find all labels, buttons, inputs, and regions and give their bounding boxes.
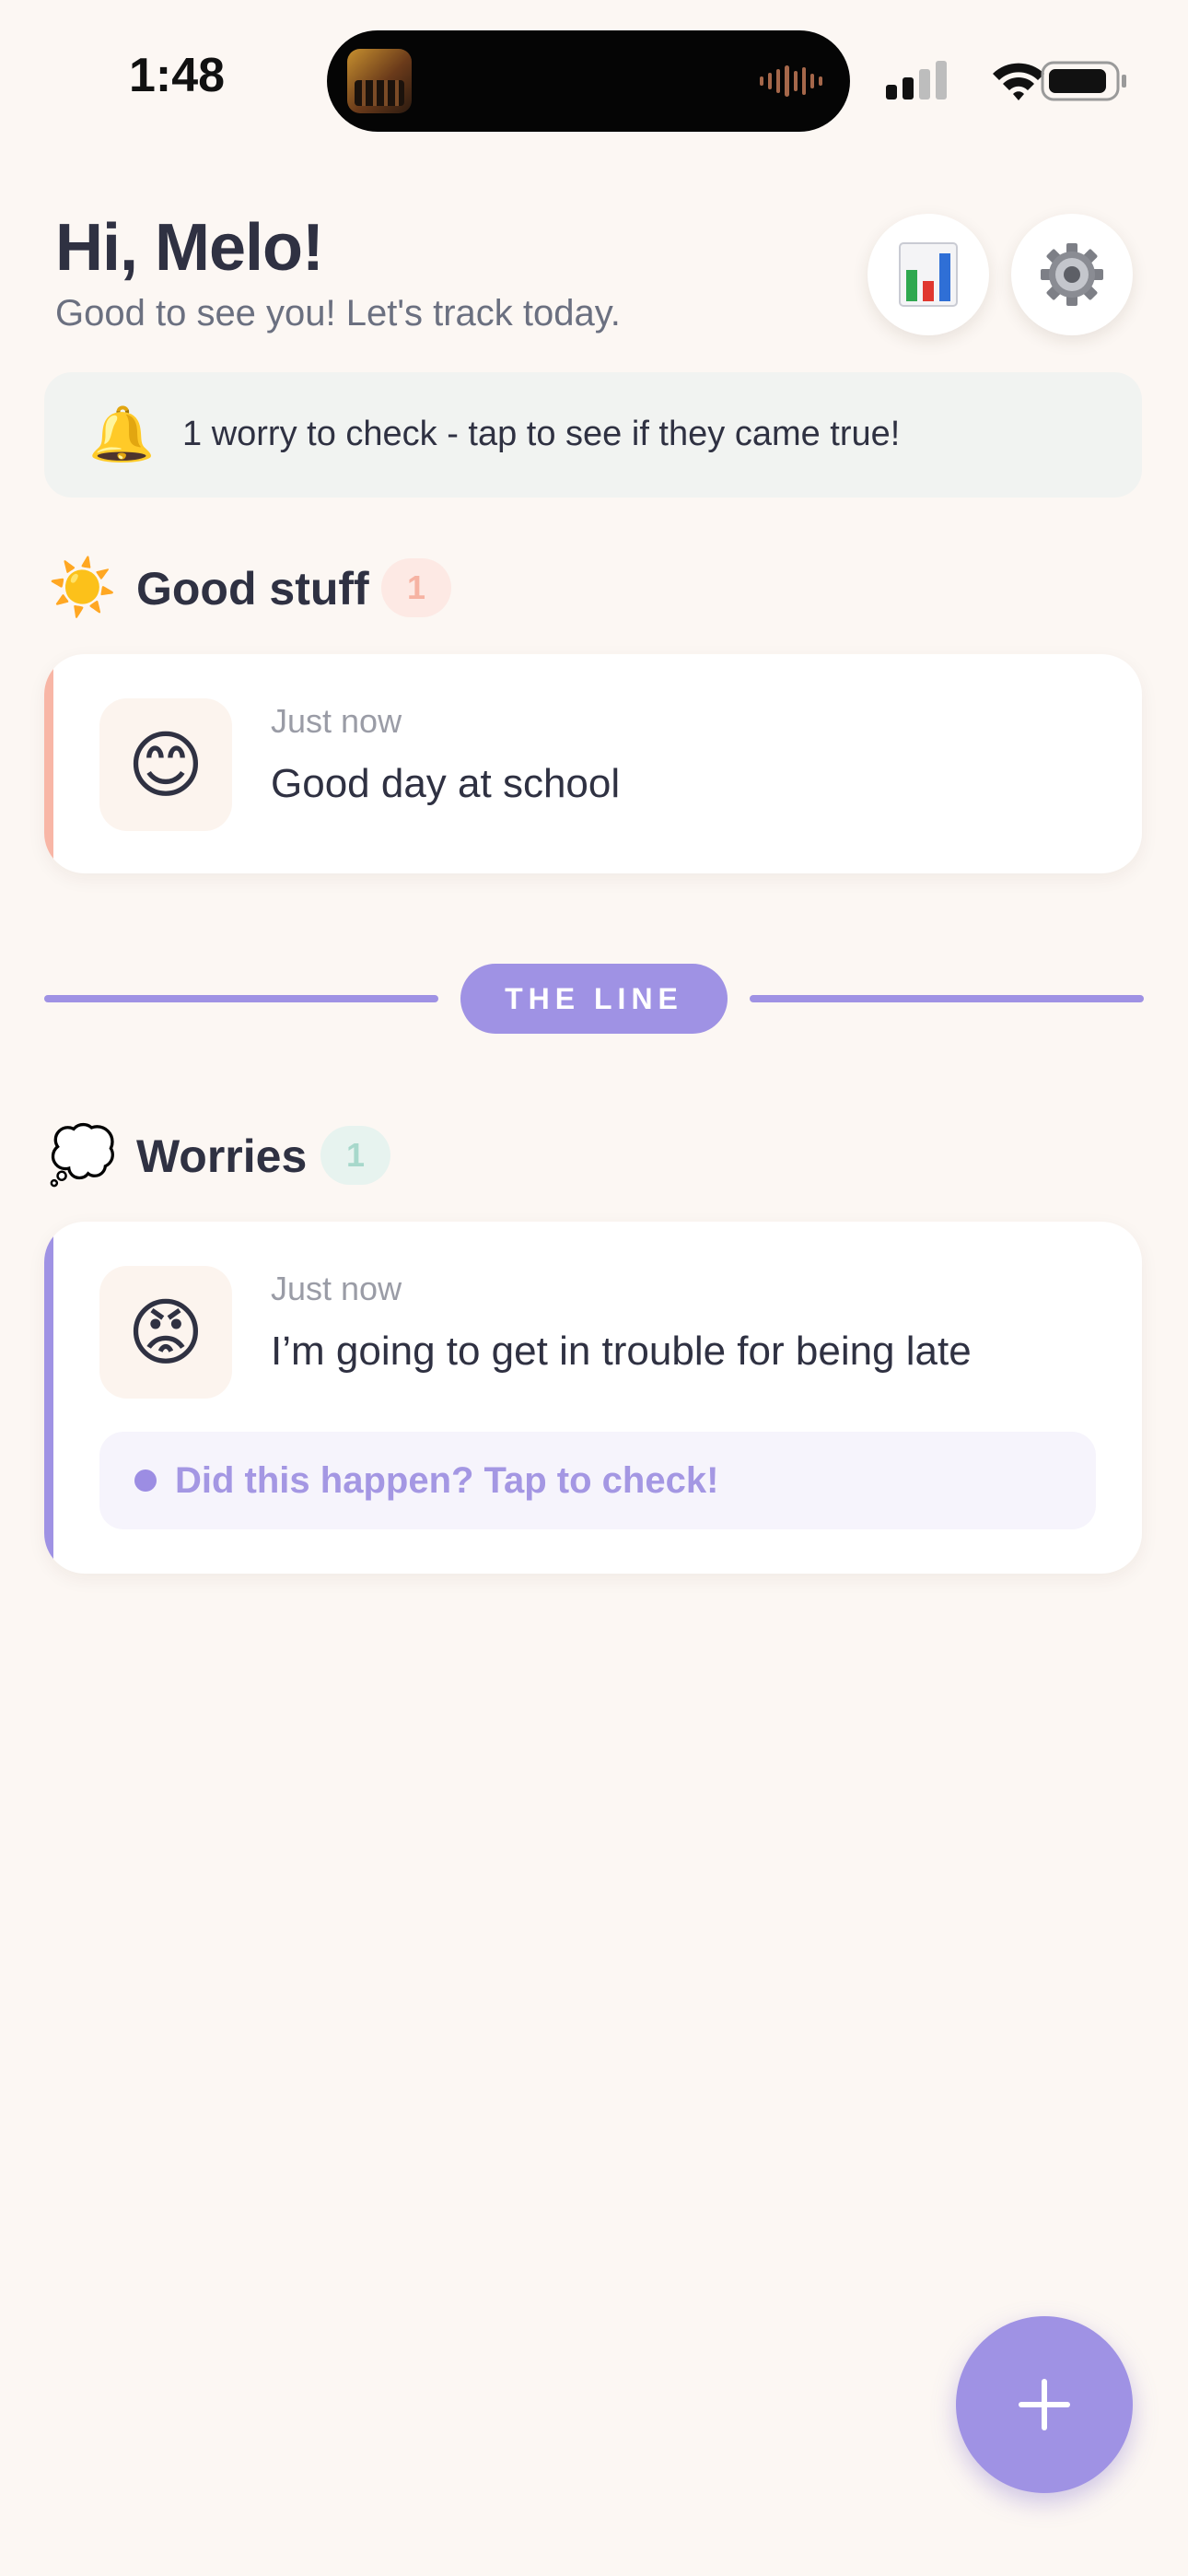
gear-icon <box>1041 243 1103 306</box>
status-icons <box>882 57 1126 103</box>
status-time: 1:48 <box>129 49 226 102</box>
stats-button[interactable] <box>868 214 989 335</box>
card-accent-bar <box>44 1222 53 1574</box>
card-accent-bar <box>44 654 53 873</box>
divider-line-left <box>44 995 438 1002</box>
dot-icon <box>134 1469 157 1492</box>
battery-icon <box>1041 61 1126 101</box>
good-stuff-title: Good stuff <box>136 563 369 615</box>
angry-face-icon: 😡 <box>99 1266 232 1399</box>
worry-card[interactable]: 😡 Just now I’m going to get in trouble f… <box>44 1222 1142 1574</box>
good-stuff-count-badge: 1 <box>381 558 451 617</box>
cellular-signal-icon <box>886 61 947 100</box>
wifi-icon <box>993 63 1044 100</box>
divider-line-right <box>750 995 1144 1002</box>
plus-icon <box>1019 2379 1070 2430</box>
bell-icon: 🔔 <box>88 404 156 464</box>
bar-chart-icon <box>899 242 958 307</box>
entry-timestamp: Just now <box>271 702 402 740</box>
dynamic-island[interactable] <box>327 30 850 132</box>
worries-count-badge: 1 <box>320 1126 390 1185</box>
good-stuff-card[interactable]: 😊 Just now Good day at school <box>44 654 1142 873</box>
greeting-title: Hi, Melo! <box>55 211 324 285</box>
entry-timestamp: Just now <box>271 1270 402 1307</box>
now-playing-artwork <box>347 49 412 113</box>
worry-check-text: 1 worry to check - tap to see if they ca… <box>182 415 901 453</box>
the-line-label: THE LINE <box>460 964 728 1034</box>
worries-title: Worries <box>136 1130 308 1182</box>
did-this-happen-button[interactable]: Did this happen? Tap to check! <box>99 1432 1096 1529</box>
settings-button[interactable] <box>1011 214 1133 335</box>
smiling-face-icon: 😊 <box>99 698 232 831</box>
entry-text: I’m going to get in trouble for being la… <box>271 1329 972 1374</box>
audio-waveform-icon <box>760 65 822 97</box>
add-entry-button[interactable] <box>956 2316 1133 2493</box>
greeting-subtitle: Good to see you! Let's track today. <box>55 293 621 334</box>
thought-bubble-icon: 💭 <box>48 1124 117 1186</box>
sun-icon: ☀️ <box>48 556 117 618</box>
did-this-happen-label: Did this happen? Tap to check! <box>175 1460 719 1501</box>
entry-text: Good day at school <box>271 761 621 806</box>
worry-check-banner[interactable]: 🔔 1 worry to check - tap to see if they … <box>44 372 1142 498</box>
